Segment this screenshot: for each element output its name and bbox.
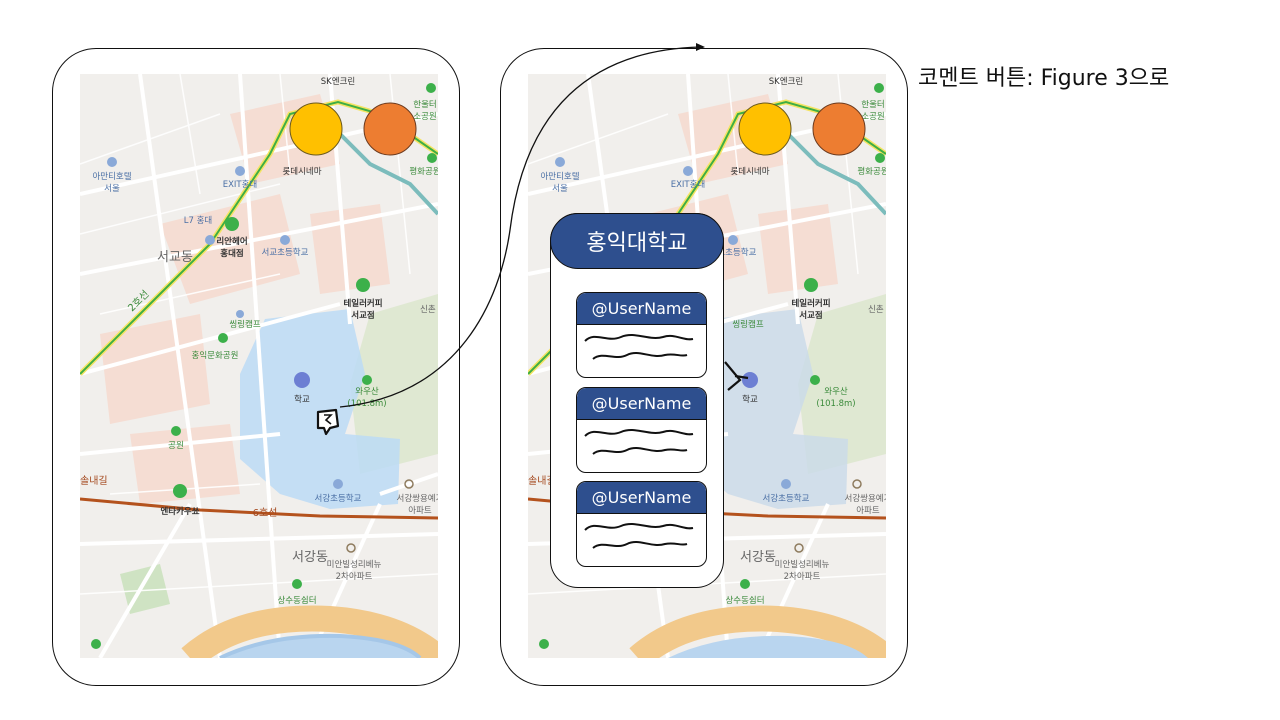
comment-username: @UserName bbox=[577, 388, 706, 420]
popup-title: 홍익대학교 bbox=[550, 213, 724, 269]
comment-card[interactable]: @UserName bbox=[576, 292, 707, 378]
comment-scribble bbox=[584, 334, 694, 360]
comment-card[interactable]: @UserName bbox=[576, 481, 707, 567]
comment-username: @UserName bbox=[577, 293, 706, 325]
comment-card[interactable]: @UserName bbox=[576, 387, 707, 473]
arrow-head-icon bbox=[696, 43, 705, 51]
comment-scribble bbox=[584, 523, 694, 549]
comment-scribble bbox=[584, 429, 694, 455]
yellow-circle-button[interactable] bbox=[738, 102, 792, 156]
comment-username: @UserName bbox=[577, 482, 706, 514]
orange-circle-button[interactable] bbox=[812, 102, 866, 156]
location-comment-popup: 홍익대학교 @UserName @UserName @UserName bbox=[550, 213, 724, 588]
